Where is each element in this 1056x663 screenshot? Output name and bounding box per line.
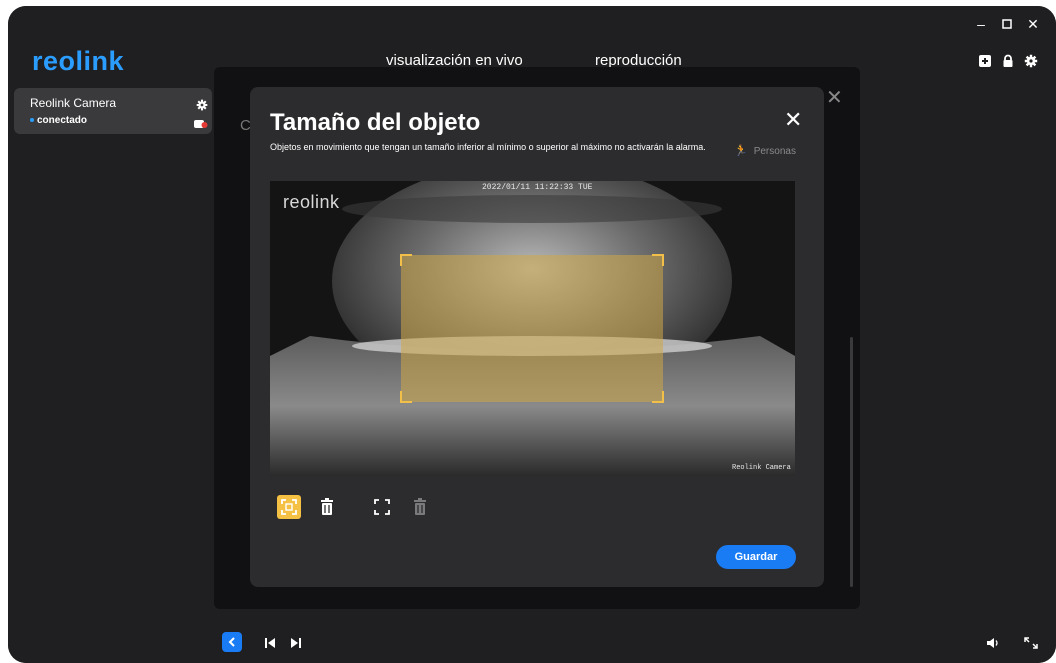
bottom-toolbar — [8, 622, 1056, 663]
running-person-icon: 🏃 — [734, 145, 748, 157]
person-filter-label: Personas — [753, 146, 796, 157]
settings-close-icon[interactable]: ✕ — [826, 85, 843, 110]
volume-icon[interactable] — [986, 636, 1000, 654]
camera-settings-icon[interactable] — [196, 98, 208, 111]
delete-min-icon[interactable] — [408, 495, 432, 519]
back-icon[interactable] — [222, 632, 242, 652]
dialog-description: Objetos en movimiento que tengan un tama… — [270, 142, 706, 152]
camera-feed[interactable]: reolink 2022/01/11 11:22:33 TUE Reolink … — [270, 181, 795, 476]
resize-handle[interactable] — [652, 391, 664, 403]
recording-icon — [194, 116, 208, 128]
fullscreen-icon[interactable] — [1024, 636, 1038, 654]
save-button[interactable]: Guardar — [716, 545, 796, 569]
detection-area-rectangle[interactable] — [400, 254, 664, 403]
camera-name: Reolink Camera — [30, 96, 117, 110]
reolink-logo: reolink — [32, 46, 125, 76]
app-window: reolink visualización en vivo reproducci… — [8, 6, 1056, 663]
feed-timestamp: 2022/01/11 11:22:33 TUE — [482, 183, 593, 192]
next-icon[interactable] — [290, 636, 302, 654]
minimize-icon[interactable]: – — [972, 16, 990, 32]
max-size-select-icon[interactable] — [277, 495, 301, 519]
object-size-dialog: Tamaño del objeto ✕ Objetos en movimient… — [250, 87, 824, 587]
feed-watermark-logo: reolink — [283, 192, 340, 212]
previous-icon[interactable] — [264, 636, 276, 654]
add-device-icon[interactable] — [978, 54, 992, 68]
settings-scrollbar[interactable] — [850, 337, 853, 587]
feed-camera-label: Reolink Camera — [732, 464, 791, 472]
min-size-select-icon[interactable] — [370, 495, 394, 519]
close-icon[interactable]: ✕ — [1024, 16, 1042, 33]
delete-max-icon[interactable] — [315, 495, 339, 519]
camera-status: conectado — [30, 115, 87, 126]
gear-icon[interactable] — [1024, 54, 1038, 68]
resize-handle[interactable] — [400, 254, 412, 266]
dialog-close-icon[interactable]: ✕ — [784, 107, 802, 133]
person-filter[interactable]: 🏃 Personas — [734, 144, 796, 157]
camera-status-label: conectado — [37, 115, 88, 126]
sidebar-camera-item[interactable]: Reolink Camera conectado — [14, 88, 212, 134]
maximize-icon[interactable] — [998, 16, 1016, 32]
dialog-title: Tamaño del objeto — [270, 109, 481, 136]
status-dot-icon — [30, 118, 34, 123]
resize-handle[interactable] — [400, 391, 412, 403]
resize-handle[interactable] — [652, 254, 664, 266]
lock-icon[interactable] — [1001, 54, 1015, 68]
